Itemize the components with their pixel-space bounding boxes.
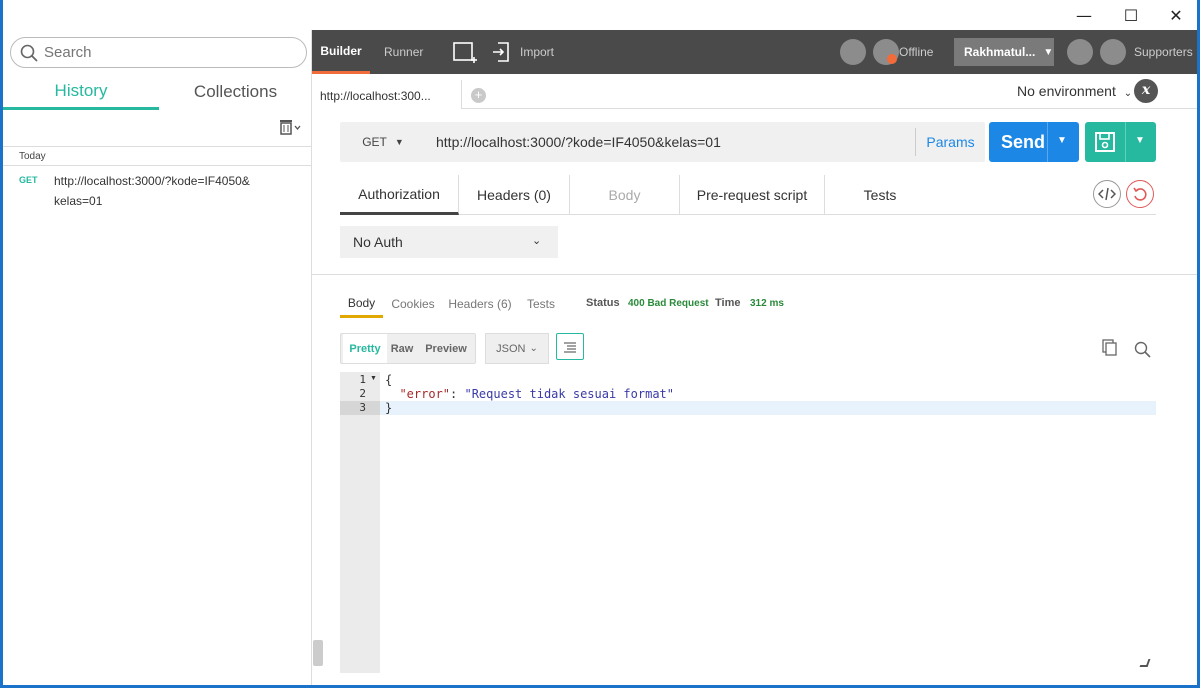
search-input[interactable] (44, 44, 284, 61)
postman-window: — ☐ ✕ History Collections Today GET http… (3, 0, 1197, 685)
chevron-down-icon: ⌄ (529, 343, 538, 354)
tab-history[interactable]: History (3, 74, 159, 110)
save-button[interactable]: ▼ (1085, 122, 1156, 162)
fold-arrow-icon[interactable]: ▼ (370, 375, 377, 382)
status-label: Status (586, 297, 620, 309)
supporters-link[interactable]: Supporters (1134, 30, 1193, 74)
line-number-gutter: 1 ▼ 2 3 (340, 372, 380, 673)
offline-label: Offline (899, 45, 934, 59)
code-area: { "error": "Request tidak sesuai format"… (380, 372, 1156, 673)
import-button[interactable]: Import (520, 30, 554, 74)
environment-label: No environment (1017, 83, 1116, 99)
send-label: Send (1001, 132, 1046, 152)
chevron-down-icon: ⌄ (532, 235, 542, 247)
request-tab-bar: http://localhost:300... + No environment… (312, 74, 1197, 109)
code-line: "error": "Request tidak sesuai format" (380, 387, 1156, 401)
chevron-down-icon: ▼ (394, 137, 404, 147)
chevron-down-icon[interactable]: ▼ (1057, 135, 1067, 146)
tab-response-tests[interactable]: Tests (522, 290, 560, 318)
import-icon[interactable] (492, 30, 514, 74)
trash-icon[interactable] (278, 118, 302, 138)
environment-select[interactable]: No environment ⌄ (1017, 83, 1132, 99)
add-tab-button[interactable]: + (471, 88, 486, 103)
copy-icon[interactable] (1101, 339, 1121, 359)
user-menu-button[interactable]: Rakhmatul... ▼ (954, 38, 1054, 66)
pretty-button[interactable]: Pretty (343, 334, 387, 363)
params-button[interactable]: Params (915, 128, 985, 156)
search-icon (20, 44, 38, 62)
auth-type-select[interactable]: No Auth ⌄ (340, 226, 558, 258)
save-icon (1095, 132, 1115, 152)
json-key: "error" (399, 387, 451, 401)
tab-pre-request-script[interactable]: Pre-request script (680, 175, 825, 215)
sidebar-tabs: History Collections (3, 74, 312, 110)
line-number: 2 (359, 387, 366, 400)
response-editor[interactable]: 1 ▼ 2 3 { "error": "Request tidak sesuai… (340, 372, 1156, 673)
line-number: 3 (340, 401, 380, 415)
request-subtabs: Authorization Headers (0) Body Pre-reque… (340, 175, 1156, 215)
reset-icon[interactable] (1126, 180, 1154, 208)
sidebar: History Collections Today GET http://loc… (3, 30, 312, 685)
new-window-icon[interactable] (452, 30, 482, 74)
user-name: Rakhmatul... (964, 45, 1036, 59)
tab-authorization[interactable]: Authorization (340, 175, 459, 215)
auth-type-label: No Auth (353, 234, 403, 250)
json-value: "Request tidak sesuai format" (464, 387, 674, 401)
tab-response-body[interactable]: Body (340, 290, 383, 318)
url-bar: GET ▼ Params (340, 122, 985, 162)
code-line: } (380, 401, 1156, 415)
history-item[interactable]: GET http://localhost:3000/?kode=IF4050&k… (3, 170, 312, 212)
tab-body[interactable]: Body (570, 175, 680, 215)
environment-quicklook-icon[interactable]: x (1134, 79, 1158, 103)
raw-button[interactable]: Raw (387, 334, 417, 363)
code-line: { (385, 373, 393, 387)
sidebar-collapse-handle[interactable] (313, 640, 323, 666)
json-separator: : (450, 387, 465, 401)
interceptor-icon[interactable] (840, 39, 866, 65)
close-window-button[interactable]: ✕ (1153, 0, 1197, 30)
maximize-button[interactable]: ☐ (1108, 0, 1154, 30)
history-method: GET (19, 175, 38, 185)
status-value: 400 Bad Request (628, 298, 709, 309)
heart-icon[interactable] (1100, 39, 1126, 65)
minimize-button[interactable]: — (1061, 0, 1107, 30)
tab-collections[interactable]: Collections (159, 74, 312, 110)
top-bar: Builder Runner Import Offline Rakhmatul.… (312, 30, 1197, 74)
method-label: GET (362, 135, 387, 149)
preview-button[interactable]: Preview (419, 334, 473, 363)
chevron-down-icon: ▼ (1043, 46, 1054, 58)
method-select[interactable]: GET ▼ (340, 122, 426, 162)
tab-headers[interactable]: Headers (0) (459, 175, 570, 215)
history-url: http://localhost:3000/?kode=IF4050&kelas… (54, 174, 250, 208)
code-icon[interactable] (1093, 180, 1121, 208)
tab-response-cookies[interactable]: Cookies (388, 290, 438, 318)
chevron-down-icon: ⌄ (1123, 88, 1133, 99)
tab-tests[interactable]: Tests (825, 175, 935, 215)
send-button[interactable]: Send ▼ (989, 122, 1079, 162)
wrap-lines-icon[interactable] (556, 333, 584, 360)
language-select[interactable]: JSON ⌄ (485, 333, 549, 364)
url-input[interactable] (428, 122, 912, 162)
request-response-divider (312, 274, 1197, 275)
format-buttons: Pretty Raw Preview (340, 333, 476, 364)
history-day-label: Today (3, 146, 312, 166)
tab-builder[interactable]: Builder (312, 30, 370, 74)
search-icon[interactable] (1134, 341, 1154, 361)
search-box[interactable] (10, 37, 307, 68)
chevron-down-icon[interactable]: ▼ (1135, 135, 1145, 146)
language-label: JSON (496, 342, 526, 355)
tab-response-headers[interactable]: Headers (6) (448, 290, 512, 318)
time-label: Time (715, 297, 741, 309)
tab-runner[interactable]: Runner (384, 30, 423, 74)
time-value: 312 ms (750, 298, 784, 309)
settings-wrench-icon[interactable] (1067, 39, 1093, 65)
request-tab[interactable]: http://localhost:300... (312, 80, 462, 109)
title-bar: — ☐ ✕ (3, 0, 1197, 30)
offline-status-dot (887, 54, 897, 64)
